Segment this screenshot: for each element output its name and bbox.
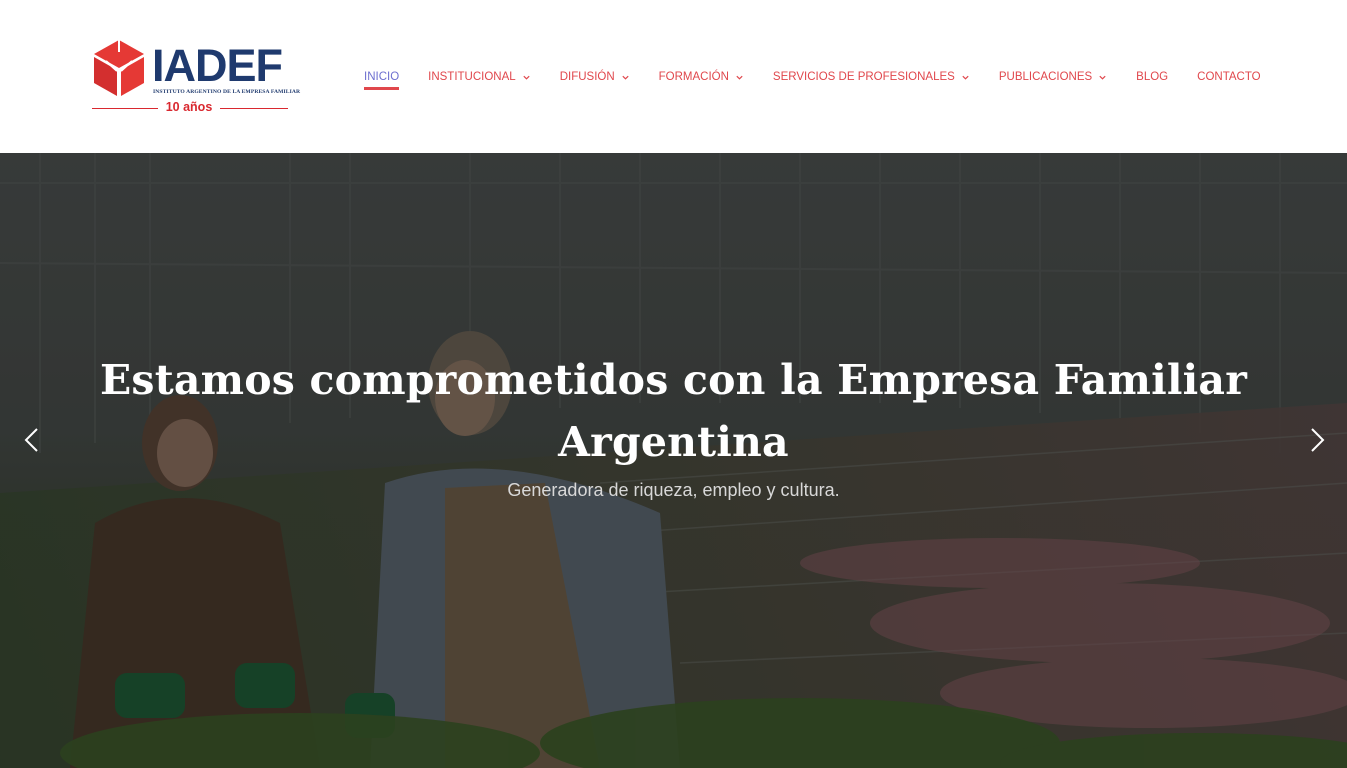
nav-item-label: SERVICIOS DE PROFESIONALES (772, 71, 955, 83)
nav-item-label: DIFUSIÓN (559, 71, 615, 83)
site-header: IADEF INSTITUTO ARGENTINO DE LA EMPRESA … (0, 0, 1347, 153)
logo-subtitle: INSTITUTO ARGENTINO DE LA EMPRESA FAMILI… (153, 89, 301, 95)
nav-item-formacion[interactable]: FORMACIÓN (659, 68, 744, 86)
hero-slider: Estamos comprometidos con la Empresa Fam… (0, 153, 1347, 768)
main-nav: INICIO INSTITUCIONAL DIFUSIÓN FORMACIÓN … (364, 68, 1290, 92)
slider-prev-button[interactable] (21, 425, 43, 455)
cube-logo-icon (94, 40, 144, 96)
nav-item-difusion[interactable]: DIFUSIÓN (560, 68, 630, 86)
chevron-down-icon (622, 75, 629, 80)
chevron-down-icon (523, 75, 530, 80)
slider-next-button[interactable] (1306, 425, 1328, 455)
nav-item-servicios-de-profesionales[interactable]: SERVICIOS DE PROFESIONALES (773, 68, 970, 86)
chevron-right-icon (1311, 428, 1325, 452)
nav-item-label: INICIO (364, 71, 400, 83)
chevron-down-icon (1099, 75, 1106, 80)
nav-item-institucional[interactable]: INSTITUCIONAL (428, 68, 531, 86)
nav-item-contacto[interactable]: CONTACTO (1197, 68, 1260, 86)
logo-years: 10 años (165, 100, 213, 114)
nav-item-label: INSTITUCIONAL (428, 71, 516, 83)
nav-item-blog[interactable]: BLOG (1136, 68, 1168, 86)
hero-subtitle: Generadora de riqueza, empleo y cultura. (507, 480, 840, 500)
hero-title: Estamos comprometidos con la Empresa Fam… (99, 356, 1247, 466)
nav-item-label: BLOG (1136, 71, 1169, 83)
nav-item-inicio[interactable]: INICIO (364, 68, 400, 90)
nav-item-label: CONTACTO (1197, 71, 1261, 83)
chevron-down-icon (736, 75, 743, 80)
nav-item-label: PUBLICACIONES (998, 71, 1093, 83)
logo-divider-right (220, 108, 288, 109)
nav-item-publicaciones[interactable]: PUBLICACIONES (999, 68, 1107, 86)
logo-divider-left (92, 108, 158, 109)
chevron-left-icon (24, 428, 38, 452)
nav-item-label: FORMACIÓN (658, 71, 729, 83)
iadef-logo[interactable]: IADEF INSTITUTO ARGENTINO DE LA EMPRESA … (90, 38, 300, 116)
logo-wordmark: IADEF (152, 40, 283, 91)
chevron-down-icon (962, 75, 969, 80)
